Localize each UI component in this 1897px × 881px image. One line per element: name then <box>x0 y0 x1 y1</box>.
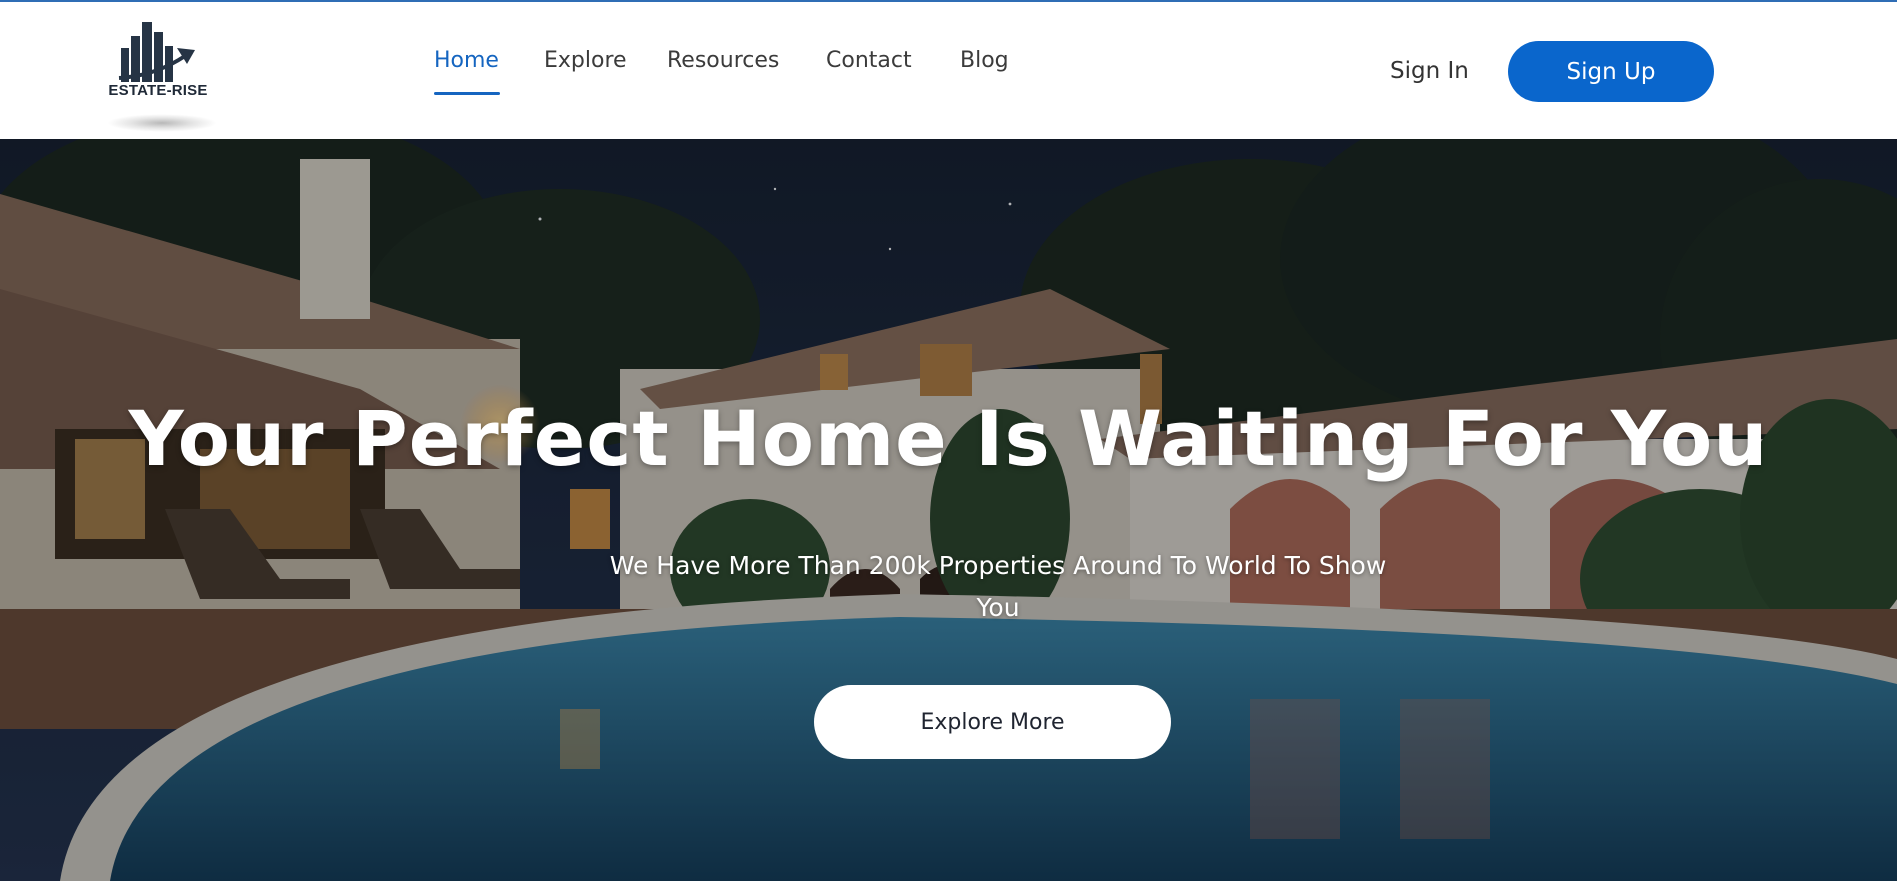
explore-more-button[interactable]: Explore More <box>814 685 1171 759</box>
brand-logo[interactable]: ESTATE-RISE <box>103 16 223 132</box>
sign-in-link[interactable]: Sign In <box>1390 58 1469 84</box>
logo-shadow <box>107 114 217 132</box>
nav-blog[interactable]: Blog <box>960 48 1009 73</box>
nav-explore[interactable]: Explore <box>544 48 627 73</box>
sign-up-button[interactable]: Sign Up <box>1508 41 1714 102</box>
hero-section: Your Perfect Home Is Waiting For You We … <box>0 139 1897 881</box>
nav-home[interactable]: Home <box>434 48 499 73</box>
hero-title: Your Perfect Home Is Waiting For You <box>128 394 1769 483</box>
brand-name: ESTATE-RISE <box>108 82 208 99</box>
site-header: ESTATE-RISE Home Explore Resources Conta… <box>0 2 1897 139</box>
nav-contact[interactable]: Contact <box>826 48 912 73</box>
nav-active-indicator <box>434 92 500 95</box>
hero-subtitle: We Have More Than 200k Properties Around… <box>609 551 1387 622</box>
building-arrow-icon <box>118 22 195 82</box>
hero-overlay <box>0 139 1897 881</box>
nav-resources[interactable]: Resources <box>667 48 779 73</box>
